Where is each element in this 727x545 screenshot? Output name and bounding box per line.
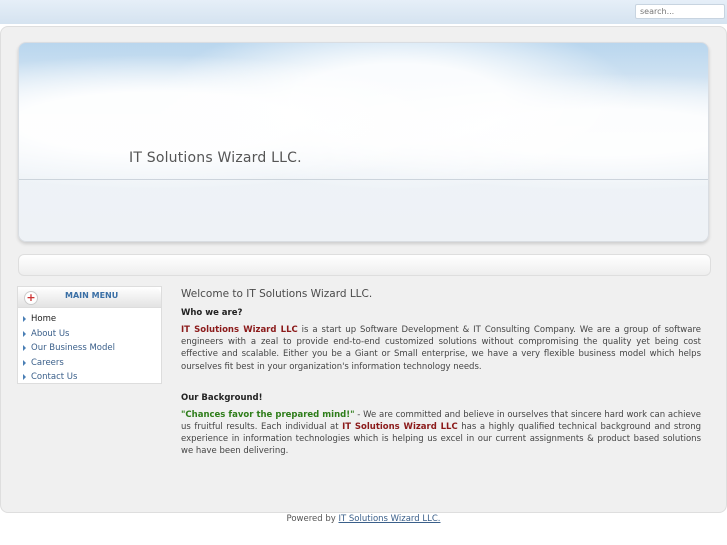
nav-bar (18, 254, 711, 276)
menu-item-label: Contact Us (31, 372, 78, 382)
footer: Powered by IT Solutions Wizard LLC. (0, 514, 727, 524)
arrow-right-icon (23, 359, 26, 366)
menu-item-business-model[interactable]: Our Business Model (18, 341, 161, 356)
site-title: IT Solutions Wizard LLC. (129, 150, 302, 166)
arrow-right-icon (23, 330, 26, 337)
menu-list: Home About Us Our Business Model Careers… (18, 312, 161, 385)
footer-prefix: Powered by (286, 514, 339, 524)
arrow-right-icon (23, 345, 26, 351)
top-bar: search... (0, 0, 727, 24)
main-content: Welcome to IT Solutions Wizard LLC. Who … (181, 288, 701, 458)
header-banner: IT Solutions Wizard LLC. (18, 42, 709, 242)
background-heading: Our Background! (181, 392, 263, 403)
background-paragraph: "Chances favor the prepared mind!" - We … (181, 409, 701, 458)
motto-quote: "Chances favor the prepared mind!" (181, 409, 355, 420)
menu-item-label: Careers (31, 357, 64, 368)
footer-link[interactable]: IT Solutions Wizard LLC. (339, 514, 441, 524)
brand-name: IT Solutions Wizard LLC (181, 325, 298, 335)
main-menu-header: + MAIN MENU (18, 287, 161, 308)
menu-item-contact-us[interactable]: Contact Us (18, 370, 161, 385)
banner-divider (19, 179, 708, 180)
plus-icon: + (24, 291, 38, 305)
main-menu: + MAIN MENU Home About Us Our Business M… (17, 286, 162, 384)
who-we-are-paragraph: IT Solutions Wizard LLC is a start up So… (181, 324, 701, 373)
menu-item-careers[interactable]: Careers (18, 356, 161, 371)
arrow-right-icon (23, 316, 26, 322)
search-input[interactable]: search... (635, 4, 725, 19)
brand-name: IT Solutions Wizard LLC (342, 422, 458, 433)
page-title: Welcome to IT Solutions Wizard LLC. (181, 288, 373, 300)
menu-item-about-us[interactable]: About Us (18, 327, 161, 342)
main-menu-title: MAIN MENU (65, 291, 119, 300)
who-we-are-heading: Who we are? (181, 308, 243, 318)
arrow-right-icon (23, 374, 26, 380)
menu-item-home[interactable]: Home (18, 312, 161, 327)
menu-item-label: Our Business Model (31, 343, 115, 353)
menu-item-label: Home (31, 314, 57, 324)
menu-item-label: About Us (31, 328, 70, 339)
